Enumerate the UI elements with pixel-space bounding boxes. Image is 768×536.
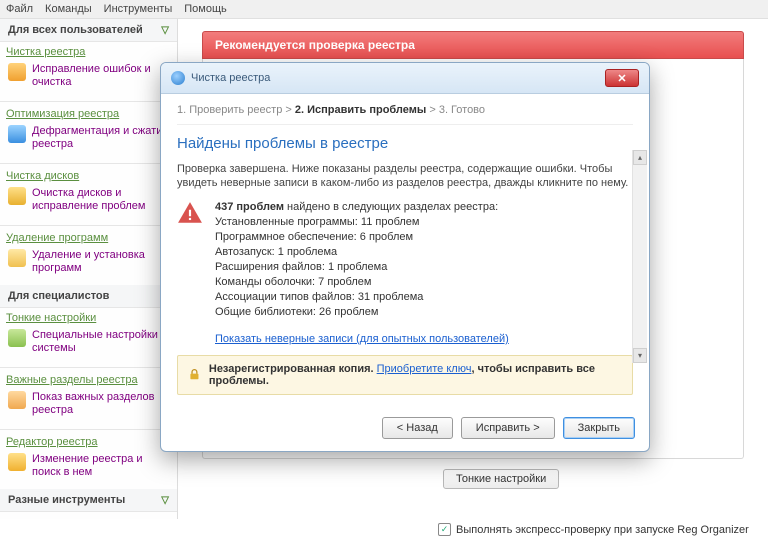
crumb-step3: 3. Готово <box>439 104 485 116</box>
section-key-regs[interactable]: Важные разделы реестра <box>6 374 171 386</box>
result-item[interactable]: Ассоциации типов файлов: 31 проблема <box>215 290 509 305</box>
notice-pre: Незарегистрированная копия. <box>209 363 377 375</box>
sidebar-group-specialists[interactable]: Для специалистов <box>0 285 177 308</box>
menubar: Файл Команды Инструменты Помощь <box>0 0 768 19</box>
result-item[interactable]: Программное обеспечение: 6 проблем <box>215 230 509 245</box>
section-reg-editor[interactable]: Редактор реестра <box>6 436 171 448</box>
app-icon <box>171 71 185 85</box>
fix-dialog: Чистка реестра ✕ 1. Проверить реестр > 2… <box>160 62 650 452</box>
buy-key-link[interactable]: Приобретите ключ <box>377 363 472 375</box>
crumb-step1: 1. Проверить реестр <box>177 104 282 116</box>
folder-icon <box>8 391 26 409</box>
sidebar-group-all-users[interactable]: Для всех пользователей▽ <box>0 19 177 42</box>
close-dialog-button[interactable]: Закрыть <box>563 417 635 439</box>
warning-icon <box>177 200 203 226</box>
compress-icon <box>8 125 26 143</box>
scroll-down-icon[interactable]: ▾ <box>633 348 647 363</box>
express-check-checkbox[interactable]: ✓ <box>438 523 451 536</box>
lock-icon <box>188 368 201 382</box>
sidebar-item-defrag[interactable]: Дефрагментация и сжатие реестра <box>6 123 171 155</box>
dialog-intro: Проверка завершена. Ниже показаны раздел… <box>177 162 633 190</box>
unregistered-notice: Незарегистрированная копия. Приобретите … <box>177 355 633 395</box>
crumb-step2: 2. Исправить проблемы <box>295 104 426 116</box>
result-item[interactable]: Установленные программы: 11 проблем <box>215 215 509 230</box>
fix-button[interactable]: Исправить > <box>461 417 555 439</box>
scroll-up-icon[interactable]: ▴ <box>633 150 647 165</box>
result-item[interactable]: Общие библиотеки: 26 проблем <box>215 305 509 320</box>
gear-icon <box>8 329 26 347</box>
box-icon <box>8 249 26 267</box>
menu-file[interactable]: Файл <box>6 3 33 15</box>
sidebar: Для всех пользователей▽ Чистка реестра И… <box>0 19 178 519</box>
wrench-icon <box>8 63 26 81</box>
section-disk-clean[interactable]: Чистка дисков <box>6 170 171 182</box>
edit-icon <box>8 453 26 471</box>
dialog-title-text: Чистка реестра <box>191 72 270 84</box>
section-registry-clean[interactable]: Чистка реестра <box>6 46 171 58</box>
chevron-down-icon: ▽ <box>161 495 169 506</box>
alert-banner: Рекомендуется проверка реестра <box>202 31 744 59</box>
result-list: 437 проблем найдено в следующих разделах… <box>215 200 509 347</box>
express-check-label: Выполнять экспресс-проверку при запуске … <box>456 524 749 536</box>
dialog-titlebar[interactable]: Чистка реестра ✕ <box>161 63 649 94</box>
close-button[interactable]: ✕ <box>605 69 639 87</box>
section-fine-tuning[interactable]: Тонкие настройки <box>6 312 171 324</box>
back-button[interactable]: < Назад <box>382 417 453 439</box>
result-item[interactable]: Автозапуск: 1 проблема <box>215 245 509 260</box>
sidebar-item-uninstall[interactable]: Удаление и установка программ <box>6 247 171 279</box>
section-uninstall[interactable]: Удаление программ <box>6 232 171 244</box>
menu-help[interactable]: Помощь <box>184 3 227 15</box>
sidebar-item-fine-tuning[interactable]: Специальные настройки системы <box>6 327 171 359</box>
sidebar-item-reg-editor[interactable]: Изменение реестра и поиск в нем <box>6 451 171 483</box>
section-registry-opt[interactable]: Оптимизация реестра <box>6 108 171 120</box>
sidebar-item-key-regs[interactable]: Показ важных разделов реестра <box>6 389 171 421</box>
menu-tools[interactable]: Инструменты <box>104 3 173 15</box>
sidebar-item-fix-errors[interactable]: Исправление ошибок и очистка <box>6 61 171 93</box>
dialog-heading: Найдены проблемы в реестре <box>177 135 633 152</box>
chevron-down-icon: ▽ <box>161 25 169 36</box>
menu-commands[interactable]: Команды <box>45 3 92 15</box>
result-item[interactable]: Команды оболочки: 7 проблем <box>215 275 509 290</box>
breadcrumb: 1. Проверить реестр > 2. Исправить пробл… <box>177 104 633 125</box>
sidebar-group-misc[interactable]: Разные инструменты▽ <box>0 489 177 512</box>
advanced-link[interactable]: Показать неверные записи (для опытных по… <box>215 332 509 347</box>
scrollbar[interactable]: ▴ ▾ <box>632 150 647 363</box>
result-item[interactable]: Расширения файлов: 1 проблема <box>215 260 509 275</box>
broom-icon <box>8 187 26 205</box>
sidebar-item-disk-clean[interactable]: Очистка дисков и исправление проблем <box>6 185 171 217</box>
fine-tuning-button[interactable]: Тонкие настройки <box>443 469 559 489</box>
